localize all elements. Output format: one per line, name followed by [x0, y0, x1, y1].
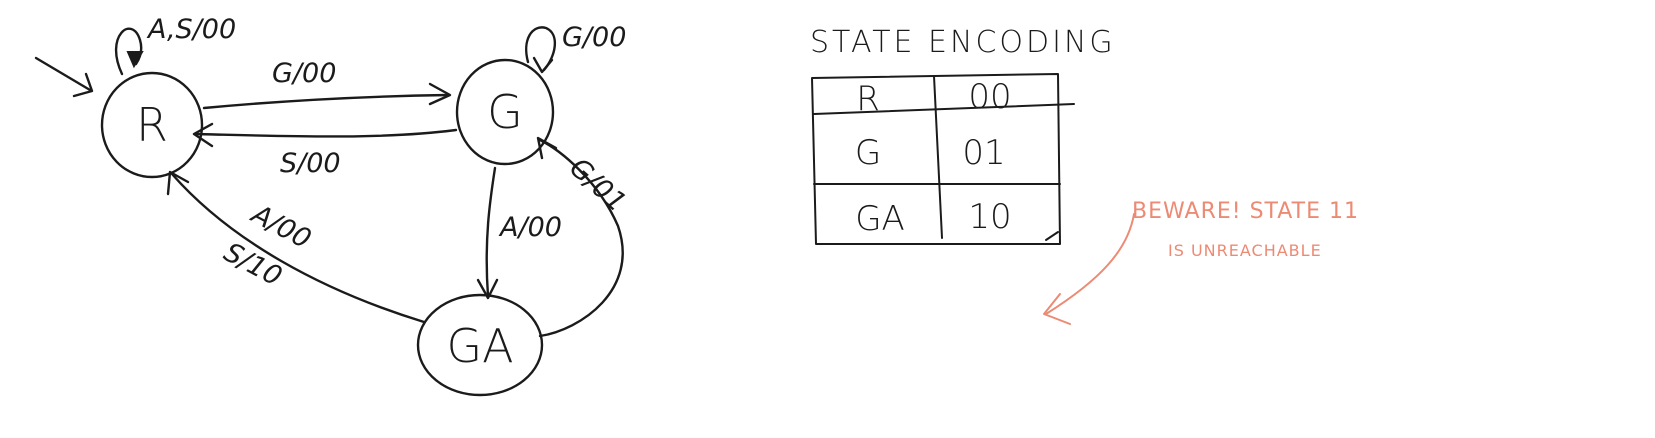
label-r-to-g: G/00	[272, 58, 336, 89]
table-bottom-tick	[1045, 231, 1059, 241]
table-row-state: R	[856, 79, 880, 119]
fsm-diagram-canvas: R G GA A,S/00 G/00 S/00 G/00 A/00 G/01 A…	[34, 14, 1359, 397]
encoding-title: STATE ENCODING	[810, 25, 1116, 60]
table-col-divider	[933, 75, 943, 239]
encoding-table	[811, 73, 1075, 245]
label-g-to-ga: A/00	[498, 212, 562, 243]
table-row-code: 10	[968, 197, 1011, 237]
table-row-code: 01	[962, 133, 1005, 173]
state-ga-label: GA	[446, 319, 513, 373]
table-row-code: 00	[968, 77, 1011, 117]
label-g-self: G/00	[562, 22, 626, 53]
edge-r-to-g	[202, 93, 450, 110]
table-row-state: G	[855, 133, 881, 173]
label-g-to-r: S/00	[280, 148, 341, 179]
g-self-loop	[525, 26, 556, 72]
label-r-self: A,S/00	[146, 14, 236, 45]
note-line-1: BEWARE! STATE 11	[1132, 199, 1359, 224]
edge-ga-to-r-arrowhead	[166, 170, 190, 196]
note-line-2: IS UNREACHABLE	[1168, 241, 1322, 260]
state-g-label: G	[487, 85, 523, 139]
g-self-loop-arrowhead	[532, 56, 554, 74]
initial-state-arrow	[34, 56, 92, 92]
table-row-state: GA	[855, 199, 905, 239]
edge-g-to-ga	[485, 166, 497, 298]
label-ga-to-g: G/01	[563, 152, 632, 218]
label-ga-to-r-s: S/10	[219, 237, 287, 293]
state-r-label: R	[136, 98, 168, 152]
table-row-divider-1	[813, 103, 1075, 115]
note-arrowhead	[1043, 293, 1071, 325]
edge-g-to-r	[194, 128, 458, 138]
